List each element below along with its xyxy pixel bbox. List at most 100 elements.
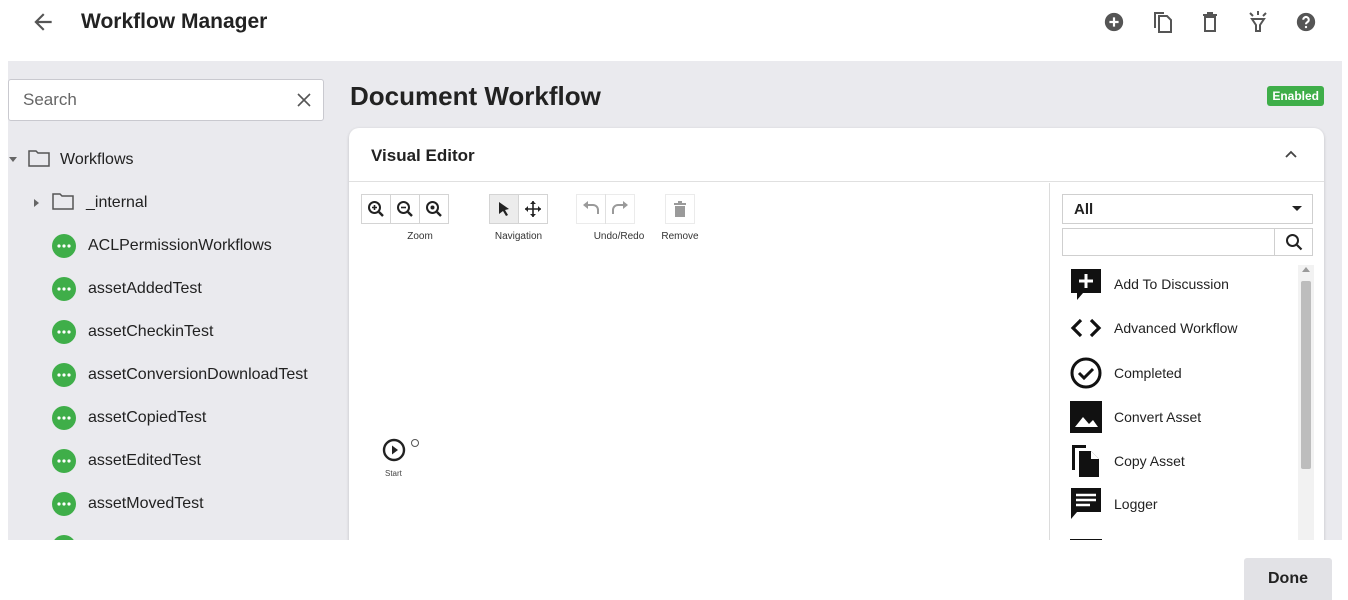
activity-item-label: Completed — [1114, 365, 1182, 381]
chevron-up-icon[interactable] — [1282, 146, 1300, 164]
workflow-canvas[interactable]: Zoom Navigation Undo/Redo Remove Start — [349, 183, 1049, 540]
help-button[interactable] — [1294, 10, 1318, 34]
workflow-list-item[interactable]: assetAddedTest — [52, 274, 202, 304]
close-icon[interactable] — [295, 91, 313, 109]
activity-item[interactable]: Logger — [1068, 485, 1158, 523]
activity-item[interactable]: Advanced Workflow — [1068, 309, 1237, 347]
activity-item-label: Copy Asset — [1114, 453, 1185, 469]
activity-item[interactable]: Completed — [1068, 354, 1182, 392]
workflow-status-icon — [52, 449, 76, 473]
arrow-left-icon — [34, 13, 52, 31]
caret-right-icon[interactable] — [32, 198, 42, 208]
header-actions — [1102, 10, 1318, 34]
done-button[interactable]: Done — [1244, 558, 1332, 600]
caret-down-icon — [1292, 206, 1302, 211]
remove-label: Remove — [661, 231, 699, 242]
activity-search — [1062, 228, 1313, 256]
hints-button[interactable] — [1246, 10, 1270, 34]
zoom-in-button[interactable] — [361, 194, 391, 224]
search-icon — [1285, 234, 1302, 251]
workflow-title: Document Workflow — [350, 81, 601, 111]
pan-tool-button[interactable] — [518, 194, 548, 224]
copy-icon — [1154, 12, 1172, 33]
workflow-search — [8, 79, 324, 121]
zoom-in-icon — [368, 201, 384, 217]
activity-item-partial[interactable] — [1068, 529, 1104, 540]
undo-icon — [583, 201, 599, 214]
folder-icon — [28, 149, 50, 172]
remove-button[interactable] — [665, 194, 695, 224]
add-circle-icon — [1104, 12, 1124, 32]
workflow-list-item[interactable]: ACLPermissionWorkflows — [52, 231, 272, 261]
back-button[interactable] — [30, 9, 56, 35]
copy-file-icon — [1068, 443, 1104, 479]
workflow-list-item[interactable]: assetMovedTest — [52, 489, 204, 519]
navigation-label: Navigation — [494, 231, 543, 242]
workflow-status-icon — [52, 320, 76, 344]
zoom-toolbar — [361, 194, 449, 224]
undo-redo-toolbar — [576, 194, 635, 224]
activity-item[interactable]: Copy Asset — [1068, 442, 1185, 480]
workflow-list-item-partial[interactable] — [52, 532, 76, 540]
scrollbar-thumb[interactable] — [1301, 281, 1311, 469]
workflow-list-item[interactable]: assetCopiedTest — [52, 403, 206, 433]
code-icon — [1068, 310, 1104, 346]
add-workflow-button[interactable] — [1102, 10, 1126, 34]
zoom-out-button[interactable] — [390, 194, 420, 224]
activity-search-button[interactable] — [1274, 229, 1312, 255]
search-input[interactable] — [9, 80, 279, 120]
navigation-toolbar — [489, 194, 548, 224]
activity-item[interactable]: Convert Asset — [1068, 398, 1201, 436]
workflow-status-icon — [52, 492, 76, 516]
app-title: Workflow Manager — [81, 10, 268, 33]
workflow-name: assetEditedTest — [88, 452, 201, 469]
activity-palette: All Add To Discussion Advanced Workflow Co… — [1049, 183, 1324, 540]
activity-list: Add To Discussion Advanced Workflow Comple… — [1062, 265, 1294, 540]
lightbulb-icon — [1249, 11, 1267, 32]
category-select-value: All — [1074, 200, 1094, 218]
pointer-icon — [499, 202, 509, 216]
workflow-status-icon — [52, 277, 76, 301]
remove-toolbar — [665, 194, 695, 224]
workflow-list-item[interactable]: assetEditedTest — [52, 446, 201, 476]
copy-workflow-button[interactable] — [1150, 10, 1174, 34]
start-node-port[interactable] — [411, 439, 419, 447]
visual-editor-header[interactable]: Visual Editor — [349, 128, 1324, 182]
workflow-list-item[interactable]: assetConversionDownloadTest — [52, 360, 308, 390]
main-area: Workflows _internal ACLPermissionWorkflo… — [8, 61, 1342, 540]
undo-redo-label: Undo/Redo — [593, 231, 645, 242]
workflow-status-icon — [52, 535, 76, 540]
activity-item-label: Convert Asset — [1114, 409, 1202, 425]
activity-item-label: Advanced Workflow — [1114, 320, 1238, 336]
caret-down-icon[interactable] — [8, 155, 18, 165]
delete-icon — [1203, 12, 1217, 32]
help-icon — [1296, 12, 1316, 32]
activity-scrollbar[interactable] — [1298, 265, 1314, 540]
tree-item-label: Workflows — [60, 151, 134, 168]
play-circle-icon[interactable] — [382, 438, 406, 462]
status-badge: Enabled — [1267, 86, 1324, 106]
visual-editor-title: Visual Editor — [371, 146, 475, 165]
workflow-status-icon — [52, 234, 76, 258]
tree-root-workflows[interactable]: Workflows — [8, 145, 134, 175]
undo-button[interactable] — [576, 194, 606, 224]
image-icon — [1068, 399, 1104, 435]
workflow-list-item[interactable]: assetCheckinTest — [52, 317, 213, 347]
activity-search-input[interactable] — [1063, 229, 1273, 255]
activity-item[interactable]: Add To Discussion — [1068, 265, 1229, 303]
zoom-fit-icon — [426, 201, 442, 217]
workflow-status-icon — [52, 406, 76, 430]
delete-workflow-button[interactable] — [1198, 10, 1222, 34]
category-select[interactable]: All — [1062, 194, 1313, 224]
app-header: Workflow Manager — [0, 0, 1348, 46]
add-discussion-icon — [1068, 266, 1104, 302]
select-tool-button[interactable] — [489, 194, 519, 224]
zoom-reset-button[interactable] — [419, 194, 449, 224]
tree-folder-internal[interactable]: _internal — [32, 188, 147, 218]
redo-button[interactable] — [605, 194, 635, 224]
workflow-status-icon — [52, 363, 76, 387]
activity-item-label: Add To Discussion — [1114, 276, 1229, 292]
workflow-name: assetCheckinTest — [88, 323, 214, 340]
workflow-name: assetConversionDownloadTest — [88, 366, 308, 383]
scroll-up-icon[interactable] — [1302, 267, 1310, 272]
